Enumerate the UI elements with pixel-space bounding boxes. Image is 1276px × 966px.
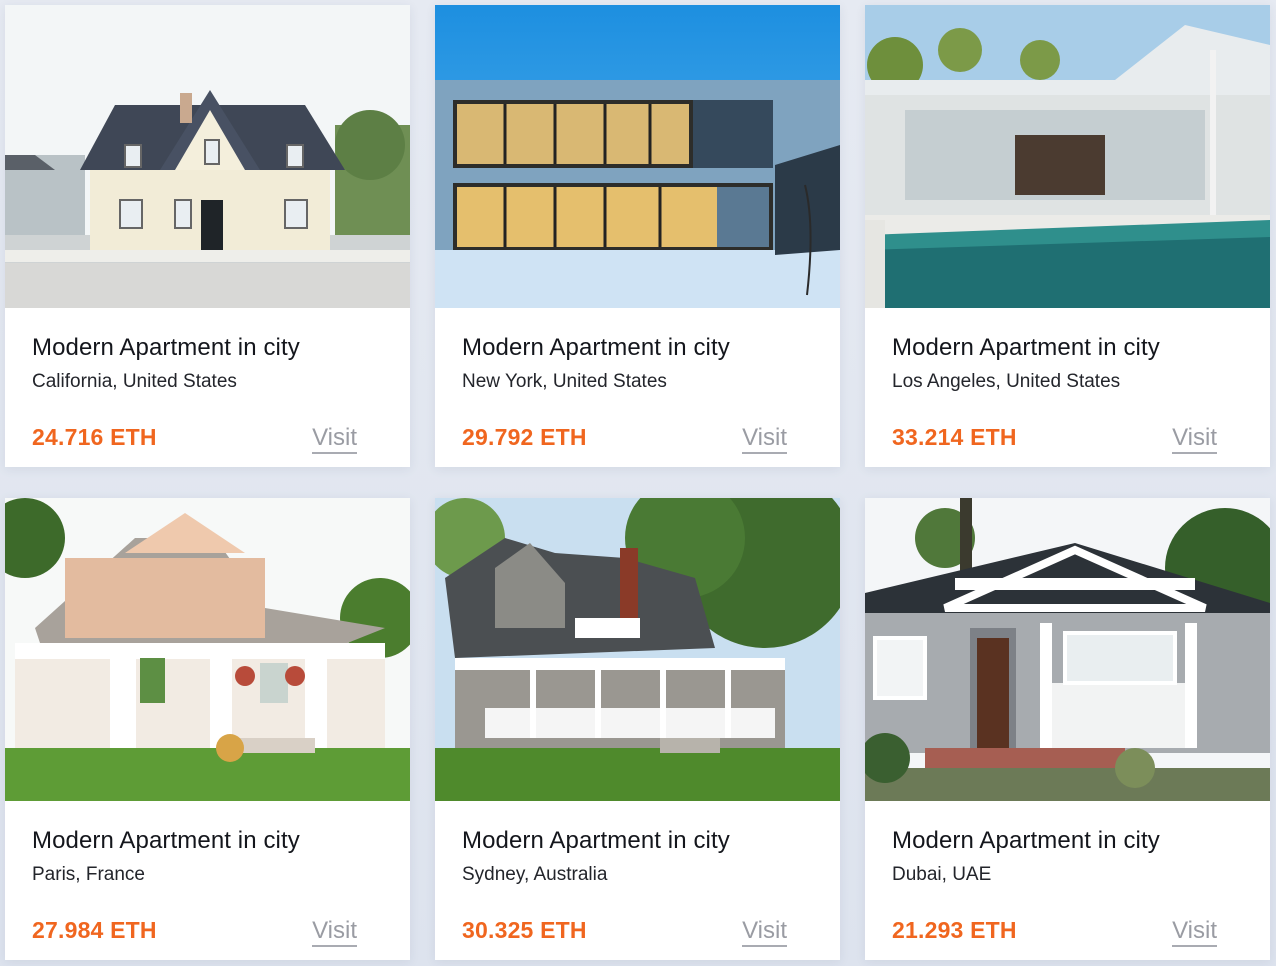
- listing-title: Modern Apartment in city: [892, 334, 1160, 361]
- shingle-house-photo: [435, 498, 840, 801]
- listing-title: Modern Apartment in city: [462, 827, 730, 854]
- listing-location: California, United States: [32, 371, 237, 392]
- listing-card[interactable]: Modern Apartment in city Los Angeles, Un…: [865, 5, 1270, 467]
- listing-footer: 24.716 ETH Visit: [32, 424, 357, 454]
- pool-villa-photo: [865, 5, 1270, 308]
- listing-info: Modern Apartment in city Los Angeles, Un…: [865, 308, 1270, 467]
- listing-card[interactable]: Modern Apartment in city Paris, France 2…: [5, 498, 410, 960]
- listing-location: Dubai, UAE: [892, 864, 992, 885]
- listing-grid: Modern Apartment in city California, Uni…: [5, 5, 1270, 960]
- listing-title: Modern Apartment in city: [32, 334, 300, 361]
- visit-link[interactable]: Visit: [742, 425, 787, 454]
- listing-title: Modern Apartment in city: [32, 827, 300, 854]
- glass-modern-house-photo: [435, 5, 840, 308]
- visit-link[interactable]: Visit: [1172, 425, 1217, 454]
- listing-title: Modern Apartment in city: [892, 827, 1160, 854]
- listing-title: Modern Apartment in city: [462, 334, 730, 361]
- listing-price: 30.325 ETH: [462, 917, 587, 943]
- listing-info: Modern Apartment in city Paris, France 2…: [5, 801, 410, 960]
- bungalow-house-photo: [865, 498, 1270, 801]
- listing-location: Los Angeles, United States: [892, 371, 1121, 392]
- listing-price: 21.293 ETH: [892, 917, 1017, 943]
- listing-price: 27.984 ETH: [32, 917, 157, 943]
- listing-info: Modern Apartment in city Dubai, UAE 21.2…: [865, 801, 1270, 960]
- listing-footer: 21.293 ETH Visit: [892, 917, 1217, 947]
- listing-location: Paris, France: [32, 864, 145, 885]
- listing-card[interactable]: Modern Apartment in city Dubai, UAE 21.2…: [865, 498, 1270, 960]
- visit-link[interactable]: Visit: [1172, 918, 1217, 947]
- listing-card[interactable]: Modern Apartment in city California, Uni…: [5, 5, 410, 467]
- listing-location: New York, United States: [462, 371, 667, 392]
- listing-location: Sydney, Australia: [462, 864, 608, 885]
- listing-footer: 30.325 ETH Visit: [462, 917, 787, 947]
- listing-price: 24.716 ETH: [32, 424, 157, 450]
- listing-footer: 29.792 ETH Visit: [462, 424, 787, 454]
- listing-footer: 33.214 ETH Visit: [892, 424, 1217, 454]
- visit-link[interactable]: Visit: [742, 918, 787, 947]
- listing-price: 33.214 ETH: [892, 424, 1017, 450]
- visit-link[interactable]: Visit: [312, 918, 357, 947]
- listing-info: Modern Apartment in city California, Uni…: [5, 308, 410, 467]
- listing-info: Modern Apartment in city New York, Unite…: [435, 308, 840, 467]
- cottage-house-photo: [5, 5, 410, 308]
- listing-card[interactable]: Modern Apartment in city New York, Unite…: [435, 5, 840, 467]
- listing-price: 29.792 ETH: [462, 424, 587, 450]
- listing-info: Modern Apartment in city Sydney, Austral…: [435, 801, 840, 960]
- listing-footer: 27.984 ETH Visit: [32, 917, 357, 947]
- visit-link[interactable]: Visit: [312, 425, 357, 454]
- listing-card[interactable]: Modern Apartment in city Sydney, Austral…: [435, 498, 840, 960]
- porch-house-photo: [5, 498, 410, 801]
